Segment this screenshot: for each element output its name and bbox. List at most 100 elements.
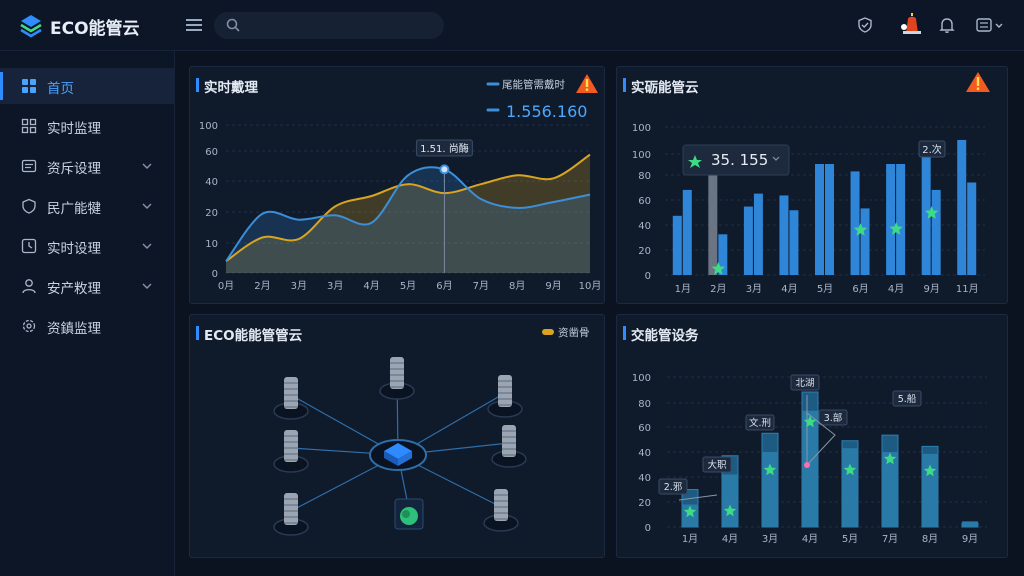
x-tick-label: 7月 bbox=[882, 533, 898, 545]
x-tick-label: 9月 bbox=[545, 280, 561, 292]
bar[interactable] bbox=[957, 139, 967, 275]
y-tick-label: 100 bbox=[632, 150, 651, 161]
server-node[interactable] bbox=[273, 430, 309, 473]
bar[interactable] bbox=[672, 215, 682, 275]
device-bar-chart: 0 20 40 40 60 80 100 1月 4月 3月 4月 5月 7月 8月 9月 2.邪 大职 文.刑 北湖… bbox=[632, 373, 987, 545]
sidebar-item-label: 资斥设理 bbox=[47, 161, 101, 177]
server-node[interactable] bbox=[491, 425, 527, 468]
sidebar-item-security[interactable]: 安产敉理 bbox=[0, 268, 174, 304]
x-tick-label: 10月 bbox=[579, 280, 602, 292]
gear-icon bbox=[22, 319, 36, 333]
bar-inner bbox=[962, 521, 978, 527]
x-tick-label: 3月 bbox=[327, 280, 343, 292]
sidebar-item-energy[interactable]: 民广能犍 bbox=[0, 188, 174, 224]
menu-toggle-icon[interactable] bbox=[186, 18, 202, 32]
bar[interactable] bbox=[753, 193, 763, 275]
data-tag-label: 3.部 bbox=[824, 412, 843, 424]
bar-inner bbox=[842, 448, 858, 527]
bar[interactable] bbox=[896, 164, 906, 275]
x-tick-label: 1月 bbox=[682, 533, 698, 545]
y-tick-label: 20 bbox=[205, 208, 218, 219]
sidebar-item-asset-settings[interactable]: 资斥设理 bbox=[0, 148, 174, 184]
bar[interactable] bbox=[850, 171, 860, 275]
x-tick-label: 5月 bbox=[400, 280, 416, 292]
chevron-down-icon bbox=[142, 163, 152, 169]
x-tick-label: 3月 bbox=[762, 533, 778, 545]
data-tag: 2.次 bbox=[918, 140, 946, 158]
bar[interactable] bbox=[825, 164, 834, 275]
sidebar-item-label: 安产敉理 bbox=[47, 281, 101, 297]
network-panel: ECO能能管管云 资凿骨 bbox=[189, 314, 605, 558]
x-tick-label: 6月 bbox=[436, 280, 452, 292]
y-tick-label: 100 bbox=[199, 121, 218, 132]
y-tick-label: 40 bbox=[205, 177, 218, 188]
y-tick-label: 100 bbox=[632, 373, 651, 384]
server-node[interactable] bbox=[379, 357, 415, 400]
highlight-point bbox=[804, 462, 810, 468]
sidebar-item-realtime-settings[interactable]: 实时设理 bbox=[0, 228, 174, 264]
bar-inner bbox=[722, 474, 738, 527]
x-tick-label: 4月 bbox=[363, 280, 379, 292]
search-input[interactable] bbox=[244, 16, 436, 37]
alert-icon[interactable] bbox=[966, 72, 990, 92]
alert-icon[interactable] bbox=[576, 74, 598, 93]
x-tick-label: 9月 bbox=[923, 283, 939, 295]
device-chart-panel: 交能管设务 0 20 40 40 60 80 100 1月 4月 3月 4月 5月 7月 8月 9月 2.邪大… bbox=[616, 314, 1008, 558]
server-node[interactable] bbox=[487, 375, 523, 418]
alarm-icon[interactable] bbox=[899, 11, 925, 35]
bar[interactable] bbox=[967, 182, 977, 276]
y-tick-label: 0 bbox=[212, 269, 218, 280]
sidebar-item-realtime-monitor[interactable]: 实时监理 bbox=[0, 108, 174, 144]
settings-menu-icon[interactable] bbox=[976, 16, 1006, 34]
bar[interactable] bbox=[682, 189, 692, 275]
hub-node[interactable] bbox=[369, 439, 427, 471]
shield-icon bbox=[22, 198, 36, 214]
server-node[interactable] bbox=[483, 489, 519, 532]
y-tick-label: 0 bbox=[645, 271, 651, 282]
list-icon bbox=[21, 159, 37, 173]
bar[interactable] bbox=[789, 210, 799, 275]
x-tick-label: 5月 bbox=[817, 283, 833, 295]
sidebar-item-label: 实时监理 bbox=[47, 121, 101, 137]
x-tick-label: 3月 bbox=[746, 283, 762, 295]
sidebar-item-home[interactable]: 首页 bbox=[0, 68, 174, 104]
bell-icon[interactable] bbox=[938, 16, 956, 34]
area-chart: 尾能管需戴时 1.556.160 0 10 20 40 60 100 0月 2月 3月 3月 4月 5… bbox=[199, 74, 602, 292]
tooltip: 35. 155 bbox=[682, 144, 790, 176]
server-node[interactable] bbox=[273, 377, 309, 420]
data-tag-label: 5.船 bbox=[898, 393, 917, 405]
x-tick-label: 11月 bbox=[956, 283, 979, 295]
chevron-down-icon bbox=[142, 203, 152, 209]
x-tick-label: 7月 bbox=[473, 280, 489, 292]
app-title: ECO能管云 bbox=[50, 19, 140, 39]
y-tick-label: 60 bbox=[205, 147, 218, 158]
bar[interactable] bbox=[708, 164, 718, 275]
device-bar-plot: 0 20 40 40 60 80 100 1月 4月 3月 4月 5月 7月 8月 9月 2.邪 大职 文.刑 北湖… bbox=[632, 373, 987, 545]
legend-label: 资凿骨 bbox=[558, 326, 590, 339]
data-tag-label: 北湖 bbox=[795, 378, 814, 389]
tooltip-value: 35. 155 bbox=[711, 151, 768, 169]
network-nodes bbox=[273, 357, 527, 536]
bar-inner bbox=[762, 452, 778, 527]
bar[interactable] bbox=[921, 145, 931, 276]
bar[interactable] bbox=[779, 195, 789, 275]
sidebar-item-resource-monitor[interactable]: 资鎮监理 bbox=[0, 308, 174, 344]
server-node[interactable] bbox=[273, 493, 309, 536]
sidebar: 首页 实时监理 资斥设理 民广能犍 实时设理 安产敉理 资鎮监理 bbox=[0, 51, 175, 576]
shield-check-icon[interactable] bbox=[856, 16, 874, 34]
bar[interactable] bbox=[815, 164, 824, 275]
bar[interactable] bbox=[886, 164, 896, 275]
eco-node[interactable] bbox=[394, 498, 424, 530]
y-tick-label: 60 bbox=[638, 423, 651, 434]
x-tick-label: 6月 bbox=[852, 283, 868, 295]
x-tick-label: 2月 bbox=[710, 283, 726, 295]
search-box[interactable] bbox=[214, 12, 444, 39]
sidebar-item-label: 民广能犍 bbox=[47, 201, 101, 217]
hover-point[interactable] bbox=[439, 164, 450, 175]
x-tick-label: 2月 bbox=[254, 280, 270, 292]
user-icon bbox=[22, 279, 36, 294]
bar[interactable] bbox=[931, 189, 941, 275]
bar[interactable] bbox=[743, 206, 753, 275]
bar[interactable] bbox=[860, 208, 870, 275]
y-tick-label: 10 bbox=[205, 239, 218, 250]
